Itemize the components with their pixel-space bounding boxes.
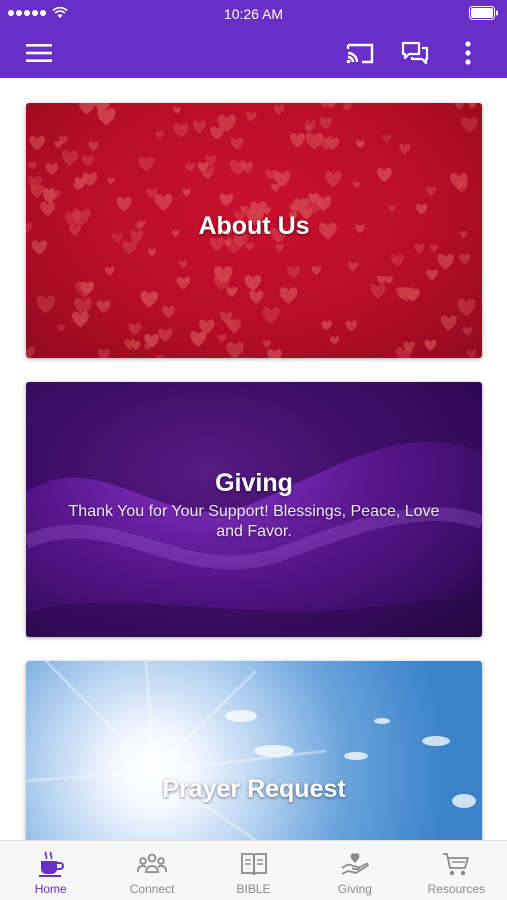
card-title: Prayer Request <box>162 774 346 803</box>
home-content: About Us Giving Thank You for Your Suppo… <box>0 78 507 840</box>
tab-giving[interactable]: Giving <box>304 841 405 900</box>
menu-icon[interactable] <box>24 41 54 65</box>
coffee-cup-icon <box>38 851 64 877</box>
card-prayer-request[interactable]: Prayer Request <box>26 661 482 840</box>
card-subtitle: Thank You for Your Support! Blessings, P… <box>68 503 440 540</box>
tab-label: Resources <box>427 882 485 896</box>
sky-background-image <box>26 661 476 840</box>
book-icon <box>240 853 267 876</box>
status-time: 10:26 AM <box>223 6 284 22</box>
tab-home[interactable]: Home <box>0 841 101 900</box>
card-about-us[interactable]: About Us <box>26 103 482 358</box>
battery-icon <box>469 6 499 23</box>
chat-icon[interactable] <box>400 40 430 66</box>
tab-label: BIBLE <box>236 882 271 896</box>
cast-icon[interactable] <box>344 40 376 66</box>
signal-dots-icon <box>8 10 46 16</box>
tab-connect[interactable]: Connect <box>101 841 202 900</box>
status-bar: 10:26 AM <box>0 0 507 28</box>
card-title: Giving <box>215 469 293 497</box>
app-bar <box>0 28 507 78</box>
group-icon <box>137 853 168 873</box>
cart-icon <box>443 853 470 876</box>
tab-label: Giving <box>337 882 372 896</box>
bottom-tab-bar: Home Connect BIBLE Giving Resources <box>0 840 507 900</box>
tab-label: Connect <box>129 882 175 896</box>
tab-bible[interactable]: BIBLE <box>203 841 304 900</box>
signal-indicator <box>8 7 68 19</box>
tab-resources[interactable]: Resources <box>406 841 507 900</box>
card-title: About Us <box>198 212 310 240</box>
more-options-icon[interactable] <box>458 40 478 66</box>
tab-label: Home <box>34 882 67 896</box>
wifi-icon <box>52 7 68 18</box>
hand-heart-icon <box>341 853 369 875</box>
card-giving[interactable]: Giving Thank You for Your Support! Bless… <box>26 382 482 637</box>
